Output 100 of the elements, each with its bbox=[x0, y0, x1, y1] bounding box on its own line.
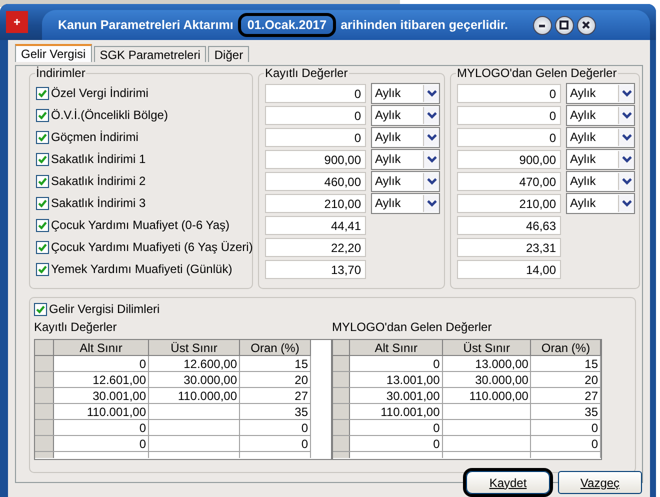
amount-field[interactable]: 46,63 bbox=[457, 216, 561, 234]
amount-field[interactable]: 13,70 bbox=[265, 260, 366, 278]
caret-icon bbox=[618, 84, 634, 102]
checkbox-label: Göçmen İndirimi bbox=[51, 130, 138, 144]
app-icon bbox=[6, 11, 28, 33]
column-header[interactable]: Alt Sınır bbox=[54, 340, 148, 356]
title-date: 01.Ocak.2017 bbox=[238, 13, 336, 37]
checkbox-label: Çocuk Yardımı Muafiyet (0-6 Yaş) bbox=[51, 218, 230, 232]
dropdown-value: Aylık bbox=[375, 152, 401, 166]
table-cell: 15 bbox=[584, 356, 598, 370]
amount-field[interactable]: 0 bbox=[265, 106, 366, 124]
grid-title: Kayıtlı Değerler bbox=[34, 320, 118, 334]
checkbox-label: Çocuk Yardımı Muafiyeti (6 Yaş Üzeri) bbox=[51, 240, 253, 254]
amount-field[interactable]: 0 bbox=[457, 128, 561, 146]
column-header[interactable]: Üst Sınır bbox=[442, 340, 531, 356]
amount-field[interactable]: 210,00 bbox=[265, 194, 366, 212]
table-cell: 30.001,00 bbox=[92, 388, 146, 402]
checkbox-label: Sakatlık İndirimi 2 bbox=[51, 174, 146, 188]
table-cell: 30.001,00 bbox=[386, 388, 440, 402]
checkbox-label: Sakatlık İndirimi 3 bbox=[51, 196, 146, 210]
column-header[interactable]: Oran (%) bbox=[240, 340, 310, 356]
table-cell: 110.000,00 bbox=[469, 388, 528, 402]
dropdown-value: Aylık bbox=[570, 196, 596, 210]
amount-field[interactable]: 470,00 bbox=[457, 172, 561, 190]
window-title-suffix: arihinden itibaren geçerlidir. bbox=[340, 18, 508, 32]
period-dropdown[interactable]: Aylık bbox=[566, 192, 635, 214]
period-dropdown[interactable]: Aylık bbox=[371, 104, 440, 126]
checkbox-label: Yemek Yardımı Muafiyeti (Günlük) bbox=[51, 262, 232, 276]
caret-icon bbox=[423, 128, 439, 146]
checkbox[interactable] bbox=[36, 152, 49, 166]
tab[interactable]: SGK Parametreleri bbox=[94, 46, 206, 62]
table-cell: 0 bbox=[433, 436, 440, 450]
period-dropdown[interactable]: Aylık bbox=[371, 82, 440, 104]
checkbox[interactable] bbox=[36, 108, 49, 122]
column-header[interactable]: Oran (%) bbox=[530, 340, 600, 356]
checkbox[interactable] bbox=[36, 262, 49, 276]
amount-field[interactable]: 0 bbox=[457, 84, 561, 102]
table-cell: 0 bbox=[139, 420, 146, 434]
table-cell: 0 bbox=[139, 436, 146, 450]
checkbox-label: Ö.V.İ.(Öncelikli Bölge) bbox=[51, 108, 168, 122]
amount-field[interactable]: 0 bbox=[265, 84, 366, 102]
column-header[interactable]: Üst Sınır bbox=[148, 340, 240, 356]
checkbox[interactable] bbox=[36, 174, 49, 188]
table-cell: 27 bbox=[584, 388, 598, 402]
amount-field[interactable]: 0 bbox=[265, 128, 366, 146]
maximize-icon[interactable] bbox=[554, 16, 574, 34]
table-cell: 20 bbox=[294, 372, 308, 386]
dialog-button[interactable]: Vazgeç bbox=[558, 471, 642, 494]
caret-icon bbox=[618, 128, 634, 146]
dropdown-value: Aylık bbox=[570, 152, 596, 166]
checkbox[interactable] bbox=[36, 218, 49, 232]
dropdown-value: Aylık bbox=[375, 130, 401, 144]
period-dropdown[interactable]: Aylık bbox=[566, 82, 635, 104]
dropdown-value: Aylık bbox=[375, 196, 401, 210]
column-header[interactable]: Alt Sınır bbox=[350, 340, 442, 356]
caret-icon bbox=[423, 172, 439, 190]
table-cell: 13.001,00 bbox=[386, 372, 440, 386]
period-dropdown[interactable]: Aylık bbox=[371, 126, 440, 148]
amount-field[interactable]: 22,20 bbox=[265, 238, 366, 256]
caret-icon bbox=[423, 150, 439, 168]
caret-icon bbox=[618, 150, 634, 168]
checkbox[interactable] bbox=[36, 240, 49, 254]
period-dropdown[interactable]: Aylık bbox=[566, 170, 635, 192]
amount-field[interactable]: 900,00 bbox=[457, 150, 561, 168]
amount-field[interactable]: 900,00 bbox=[265, 150, 366, 168]
amount-field[interactable]: 23,31 bbox=[457, 238, 561, 256]
period-dropdown[interactable]: Aylık bbox=[371, 148, 440, 170]
period-dropdown[interactable]: Aylık bbox=[566, 126, 635, 148]
amount-field[interactable]: 460,00 bbox=[265, 172, 366, 190]
amount-field[interactable]: 0 bbox=[457, 106, 561, 124]
table-cell: 0 bbox=[139, 356, 146, 370]
amount-field[interactable]: 14,00 bbox=[457, 260, 561, 278]
table-cell: 0 bbox=[433, 356, 440, 370]
tab[interactable]: Diğer bbox=[208, 46, 250, 62]
group-title: Kayıtlı Değerler bbox=[264, 66, 349, 80]
checkbox[interactable] bbox=[36, 130, 49, 144]
caret-icon bbox=[618, 172, 634, 190]
table-cell: 15 bbox=[294, 356, 308, 370]
minimize-icon[interactable] bbox=[532, 16, 552, 34]
table-cell: 13.000,00 bbox=[475, 356, 528, 370]
table-cell: 110.001,00 bbox=[380, 404, 440, 418]
period-dropdown[interactable]: Aylık bbox=[371, 170, 440, 192]
amount-field[interactable]: 210,00 bbox=[457, 194, 561, 212]
checkbox[interactable] bbox=[36, 196, 49, 210]
tab[interactable]: Gelir Vergisi bbox=[15, 44, 92, 62]
table-cell: 35 bbox=[294, 404, 308, 418]
dialog-button[interactable]: Kaydet bbox=[466, 471, 550, 494]
close-icon[interactable] bbox=[576, 16, 596, 34]
group-title: MYLOGO'dan Gelen Değerler bbox=[456, 66, 618, 80]
checkbox[interactable] bbox=[34, 302, 47, 316]
checkbox-label: Sakatlık İndirimi 1 bbox=[51, 152, 146, 166]
caret-icon bbox=[423, 84, 439, 102]
period-dropdown[interactable]: Aylık bbox=[371, 192, 440, 214]
table-cell: 12.601,00 bbox=[92, 372, 146, 386]
amount-field[interactable]: 44,41 bbox=[265, 216, 366, 234]
checkbox[interactable] bbox=[36, 86, 49, 100]
period-dropdown[interactable]: Aylık bbox=[566, 148, 635, 170]
period-dropdown[interactable]: Aylık bbox=[566, 104, 635, 126]
dropdown-value: Aylık bbox=[570, 108, 596, 122]
window-title: Kanun Parametreleri Aktarımı bbox=[58, 18, 234, 32]
